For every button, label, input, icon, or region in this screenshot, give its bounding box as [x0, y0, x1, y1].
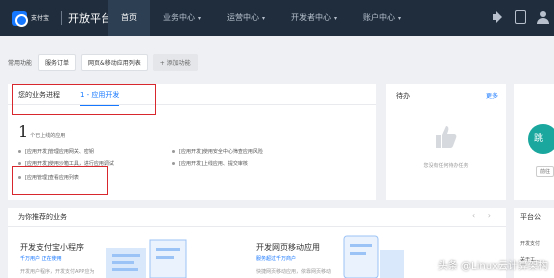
card-subtitle: 千万用户 正在使用 [20, 256, 62, 262]
nav-account-center[interactable]: 账户中心 ▾ [350, 0, 414, 36]
online-app-count: 1 个已上线的应用 [18, 122, 65, 141]
task-item[interactable]: [应用开发]上线应用、提交审核 [172, 160, 248, 167]
todo-title: 待办 [396, 92, 410, 100]
user-icon[interactable] [536, 10, 550, 24]
nav-operations-center[interactable]: 运营中心 ▾ [214, 0, 278, 36]
card-title-mini-program[interactable]: 开发支付宝小程序 [20, 242, 84, 253]
recommended-panel: 为你推荐的业务 ‹ › 开发支付宝小程序 千万用户 正在使用 开发用户程序，开发… [8, 208, 506, 278]
shortcut-tag[interactable]: 前往 [536, 166, 554, 177]
header-icons [491, 10, 550, 24]
chevron-down-icon: ▾ [198, 15, 202, 22]
highlight-box [12, 166, 108, 195]
bullet-icon [172, 150, 175, 153]
add-function-button[interactable]: + 添加功能 [152, 53, 198, 71]
logo[interactable]: 支付宝 开放平台 [12, 10, 112, 27]
task-item[interactable]: [应用开发]使用安全中心筛查应用风险 [172, 148, 263, 155]
main-nav: 首页 业务中心 ▾ 运营中心 ▾ 开发者中心 ▾ 账户中心 ▾ [108, 0, 414, 36]
logo-brand: 支付宝 [31, 14, 50, 22]
chevron-down-icon: ▾ [334, 15, 338, 22]
nav-home[interactable]: 首页 [108, 0, 150, 36]
app-count-number: 1 [18, 122, 29, 141]
watermark: 头条 @Linux云计算架构 [437, 261, 548, 272]
divider [8, 226, 506, 227]
highlight-box [12, 84, 156, 115]
bullet-icon [18, 162, 21, 165]
common-functions-label: 常用功能 [8, 59, 33, 67]
app-list-chip[interactable]: 网页&移动应用列表 [81, 53, 148, 71]
alipay-logo-icon [12, 10, 28, 27]
nav-business-center[interactable]: 业务中心 ▾ [150, 0, 214, 36]
nav-developer-center[interactable]: 开发者中心 ▾ [278, 0, 350, 36]
thumbs-up-icon [436, 126, 457, 148]
document-icon[interactable] [515, 10, 526, 24]
logo-divider [61, 11, 62, 25]
todo-more-link[interactable]: 更多 [486, 91, 498, 100]
recommended-title: 为你推荐的业务 [18, 213, 67, 221]
platform-title: 开放平台 [68, 12, 112, 25]
speaker-icon[interactable] [491, 10, 505, 24]
card-description: 开发用户程序，开发支付APP应为 [20, 269, 95, 275]
service-orders-chip[interactable]: 服务订单 [38, 53, 77, 71]
right-side-panel: 跳 前往 [514, 84, 554, 200]
platform-notice-title: 平台公 [520, 213, 541, 221]
card-title-web-mobile-app[interactable]: 开发网页移动应用 [256, 242, 320, 253]
top-nav-bar: 支付宝 开放平台 首页 业务中心 ▾ 运营中心 ▾ 开发者中心 ▾ 账户中心 ▾ [0, 0, 554, 36]
bullet-icon [172, 162, 175, 165]
web-app-illustration [343, 235, 404, 278]
todo-empty-text: 您没有任何待办任务 [423, 163, 469, 169]
task-item[interactable]: [应用开发]管理应用网关、密钥 [18, 148, 94, 155]
app-count-label: 个已上线的应用 [30, 133, 66, 139]
todo-panel: 待办 更多 您没有任何待办任务 [386, 84, 506, 200]
notice-item[interactable]: 开发支付 [520, 240, 540, 247]
chevron-down-icon: ▾ [262, 15, 266, 22]
card-description: 快捷网页移动应用，依靠网页移动 [256, 269, 332, 275]
carousel-arrows[interactable]: ‹ › [472, 211, 496, 220]
shortcut-badge[interactable]: 跳 [528, 124, 554, 154]
common-functions-bar: 常用功能 服务订单 网页&移动应用列表 + 添加功能 [0, 50, 554, 74]
chevron-down-icon: ▾ [398, 15, 402, 22]
card-subtitle: 服务超过千万商户 [256, 256, 297, 262]
bullet-icon [18, 150, 21, 153]
mini-program-illustration [106, 239, 187, 278]
